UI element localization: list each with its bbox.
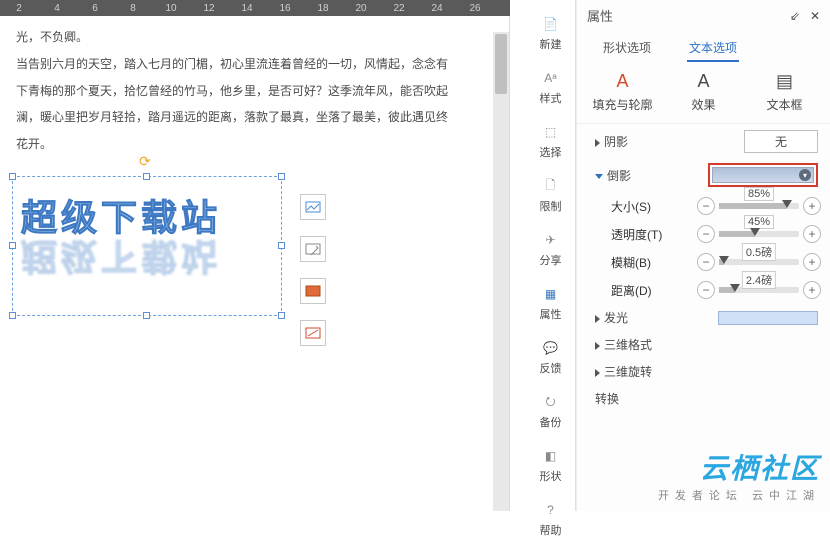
tab-textbox[interactable]: ▤文本框 bbox=[749, 70, 820, 113]
reflection-preset-combo[interactable]: ▾ bbox=[708, 163, 818, 187]
document-body: 光，不负卿。 当告别六月的天空，踏入七月的门楣，初心里流连着曾经的一切，风情起，… bbox=[0, 16, 509, 170]
threed-rotate-section[interactable]: 三维旋转 bbox=[595, 363, 665, 380]
tab-effects[interactable]: A效果 bbox=[668, 70, 739, 113]
decrement-button[interactable]: − bbox=[697, 225, 715, 243]
horizontal-ruler[interactable]: 2468101214161820222426 bbox=[0, 0, 510, 16]
cursor-icon: ⬚ bbox=[541, 122, 561, 142]
glow-section[interactable]: 发光 bbox=[595, 309, 665, 326]
feedback-icon: 💬 bbox=[541, 338, 561, 358]
panel-title: 属性 bbox=[587, 6, 613, 25]
backup-icon: ⭮ bbox=[541, 392, 561, 412]
rotate-handle-icon[interactable]: ⟳ bbox=[139, 153, 155, 169]
paragraph: 澜，暖心里把岁月轻拾，踏月遥远的距离，落款了最真，坐落了最美，彼此遇见终 bbox=[16, 106, 493, 129]
close-icon[interactable]: ✕ bbox=[810, 9, 820, 23]
tab-shape-options[interactable]: 形状选项 bbox=[601, 35, 653, 62]
layout-options bbox=[300, 194, 326, 346]
paragraph: 光，不负卿。 bbox=[16, 26, 493, 49]
size-slider[interactable]: − 85% + bbox=[697, 197, 821, 215]
side-item-feedback[interactable]: 💬反馈 bbox=[526, 332, 575, 382]
resize-handle[interactable] bbox=[278, 242, 285, 249]
effect-tabs: A填充与轮廓 A效果 ▤文本框 bbox=[577, 62, 830, 124]
side-item-limit[interactable]: 🗋限制 bbox=[526, 170, 575, 220]
properties-icon: ▦ bbox=[541, 284, 561, 304]
size-label: 大小(S) bbox=[611, 198, 681, 215]
side-item-shape[interactable]: ◧形状 bbox=[526, 440, 575, 490]
increment-button[interactable]: + bbox=[803, 253, 821, 271]
reflection-section[interactable]: 倒影 bbox=[595, 167, 665, 184]
pin-icon[interactable]: ⇙ bbox=[790, 9, 800, 23]
shadow-preset-none[interactable]: 无 bbox=[744, 130, 818, 153]
shape-icon: ◧ bbox=[541, 446, 561, 466]
increment-button[interactable]: + bbox=[803, 197, 821, 215]
option-tabs: 形状选项 文本选项 bbox=[577, 35, 830, 62]
layout-option-button[interactable] bbox=[300, 236, 326, 262]
side-item-style[interactable]: Aᵃ样式 bbox=[526, 62, 575, 112]
resize-handle[interactable] bbox=[278, 173, 285, 180]
resize-handle[interactable] bbox=[9, 312, 16, 319]
effects-icon: A bbox=[693, 70, 715, 92]
help-icon: ? bbox=[541, 500, 561, 520]
distance-slider[interactable]: − 2.4磅 + bbox=[697, 281, 821, 299]
distance-label: 距离(D) bbox=[611, 282, 681, 299]
side-item-backup[interactable]: ⭮备份 bbox=[526, 386, 575, 436]
share-icon: ✈ bbox=[541, 230, 561, 250]
scrollbar-thumb[interactable] bbox=[495, 34, 507, 94]
wordart-text[interactable]: 超级下载站 bbox=[13, 177, 229, 241]
side-item-properties[interactable]: ▦属性 bbox=[526, 278, 575, 328]
wordart-reflection: 超级下载站 bbox=[13, 233, 229, 297]
document-canvas[interactable]: 光，不负卿。 当告别六月的天空，踏入七月的门楣，初心里流连着曾经的一切，风情起，… bbox=[0, 16, 510, 511]
side-item-help[interactable]: ?帮助 bbox=[526, 494, 575, 544]
increment-button[interactable]: + bbox=[803, 281, 821, 299]
style-icon: Aᵃ bbox=[541, 68, 561, 88]
glow-preset-swatch[interactable] bbox=[718, 311, 818, 325]
opacity-label: 透明度(T) bbox=[611, 226, 681, 243]
blur-label: 模糊(B) bbox=[611, 254, 681, 271]
paragraph: 当告别六月的天空，踏入七月的门楣，初心里流连着曾经的一切，风情起，念念有 bbox=[16, 53, 493, 76]
paragraph: 花开。 bbox=[16, 133, 493, 156]
textbox-icon: ▤ bbox=[774, 70, 796, 92]
blur-slider[interactable]: − 0.5磅 + bbox=[697, 253, 821, 271]
resize-handle[interactable] bbox=[143, 312, 150, 319]
properties-panel: 属性 ⇙ ✕ 形状选项 文本选项 A填充与轮廓 A效果 ▤文本框 阴影 无 倒影… bbox=[576, 0, 830, 511]
opacity-slider[interactable]: − 45% + bbox=[697, 225, 821, 243]
layout-option-button[interactable] bbox=[300, 194, 326, 220]
resize-handle[interactable] bbox=[278, 312, 285, 319]
transform-section[interactable]: 转换 bbox=[595, 390, 645, 407]
layout-option-button[interactable] bbox=[300, 320, 326, 346]
wordart-selection[interactable]: ⟳ 超级下载站 超级下载站 bbox=[12, 176, 282, 316]
tab-fill-outline[interactable]: A填充与轮廓 bbox=[587, 70, 658, 113]
decrement-button[interactable]: − bbox=[697, 281, 715, 299]
increment-button[interactable]: + bbox=[803, 225, 821, 243]
tab-text-options[interactable]: 文本选项 bbox=[687, 35, 739, 62]
decrement-button[interactable]: − bbox=[697, 253, 715, 271]
layout-option-button[interactable] bbox=[300, 278, 326, 304]
paragraph: 下青梅的那个夏天，拾忆曾经的竹马，他乡里，是否可好？这季流年风，能否吹起 bbox=[16, 80, 493, 103]
document-icon: 📄 bbox=[541, 14, 561, 34]
fill-icon: A bbox=[612, 70, 634, 92]
limit-icon: 🗋 bbox=[541, 176, 561, 196]
side-item-share[interactable]: ✈分享 bbox=[526, 224, 575, 274]
side-item-new[interactable]: 📄新建 bbox=[526, 8, 575, 58]
threed-format-section[interactable]: 三维格式 bbox=[595, 336, 665, 353]
side-item-select[interactable]: ⬚选择 bbox=[526, 116, 575, 166]
side-toolbar: 📄新建 Aᵃ样式 ⬚选择 🗋限制 ✈分享 ▦属性 💬反馈 ⭮备份 ◧形状 ?帮助 bbox=[526, 0, 576, 511]
vertical-scrollbar[interactable] bbox=[493, 32, 509, 511]
chevron-down-icon: ▾ bbox=[799, 169, 811, 181]
shadow-section[interactable]: 阴影 bbox=[595, 133, 665, 150]
decrement-button[interactable]: − bbox=[697, 197, 715, 215]
